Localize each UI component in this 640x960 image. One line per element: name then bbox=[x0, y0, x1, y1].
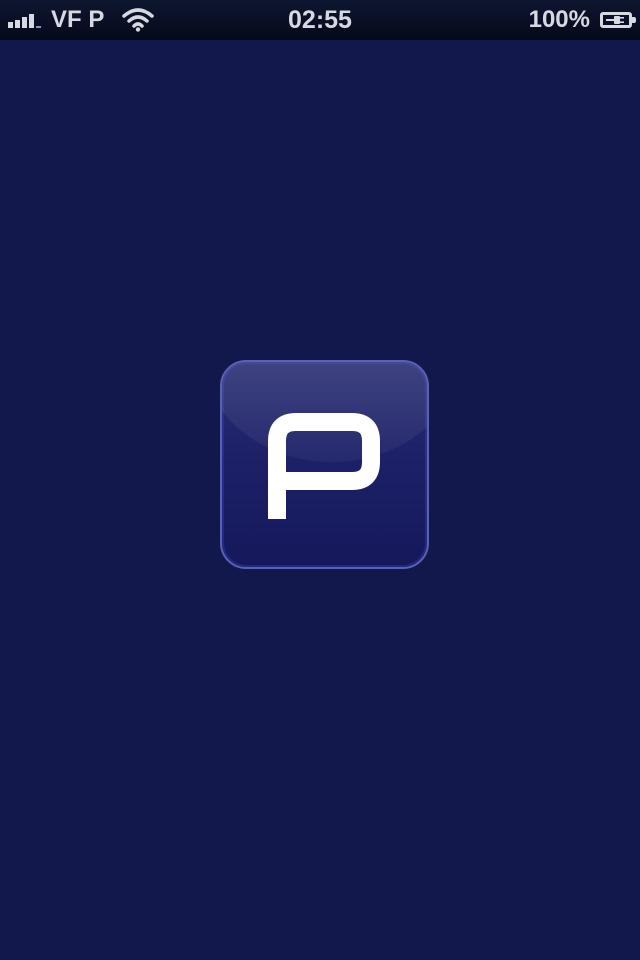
status-right: 100% bbox=[528, 0, 636, 40]
battery-charging-icon bbox=[600, 12, 636, 28]
plug-icon bbox=[606, 16, 624, 24]
status-bar: VF P 02:55 100% bbox=[0, 0, 640, 40]
battery-percent: 100% bbox=[528, 6, 590, 33]
app-logo-icon bbox=[220, 360, 429, 569]
logo-letter-p bbox=[268, 413, 380, 519]
splash-screen: VF P 02:55 100% bbox=[0, 0, 640, 960]
